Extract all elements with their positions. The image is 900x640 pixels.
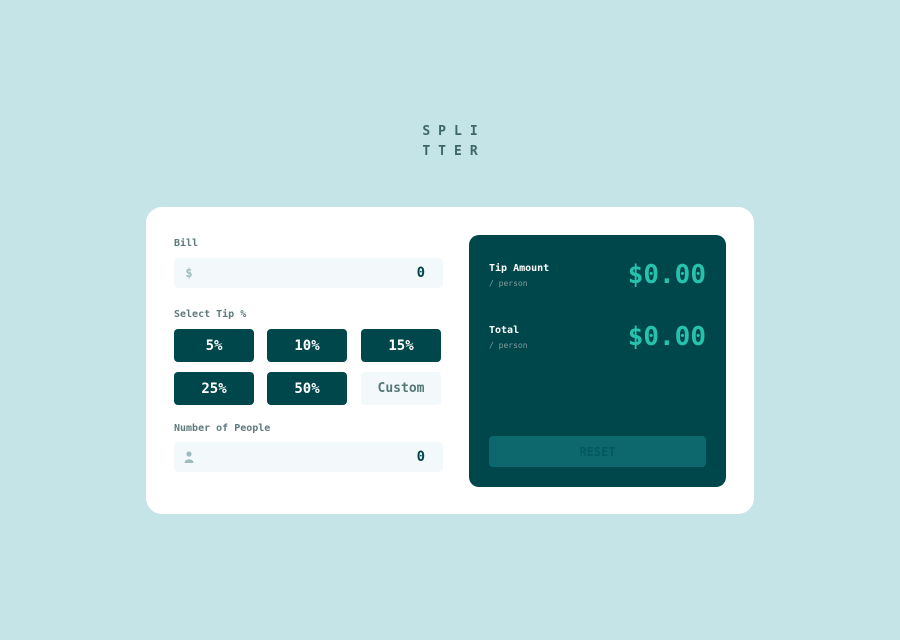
calculator-card: Bill $ Select Tip % 5% 10% 15% 25% 50% C…: [146, 207, 754, 514]
bill-field: $: [174, 258, 443, 288]
total-value: $0.00: [627, 322, 706, 352]
select-tip-label: Select Tip %: [174, 309, 247, 320]
people-field: [174, 442, 443, 472]
custom-tip-input[interactable]: Custom: [361, 372, 441, 405]
tip-amount-per-person: / person: [489, 279, 528, 288]
people-label: Number of People: [174, 423, 271, 434]
tip-button-15[interactable]: 15%: [361, 329, 441, 362]
dollar-icon: $: [185, 266, 193, 280]
logo-line-1: SPLI: [422, 124, 486, 139]
tip-button-50[interactable]: 50%: [267, 372, 347, 405]
logo-line-2: TTER: [422, 144, 486, 159]
bill-label: Bill: [174, 238, 199, 249]
tip-amount-label: Tip Amount: [489, 263, 550, 274]
people-input[interactable]: [204, 442, 435, 472]
bill-input[interactable]: [204, 258, 435, 288]
results-panel: Tip Amount / person $0.00 Total / person…: [469, 235, 726, 487]
person-icon: [184, 450, 194, 464]
tip-button-25[interactable]: 25%: [174, 372, 254, 405]
tip-button-10[interactable]: 10%: [267, 329, 347, 362]
tip-amount-value: $0.00: [627, 260, 706, 290]
total-per-person: / person: [489, 341, 528, 350]
reset-button[interactable]: RESET: [489, 436, 706, 467]
app-logo: SPLI TTER: [0, 122, 900, 162]
total-label: Total: [489, 325, 520, 336]
tip-button-5[interactable]: 5%: [174, 329, 254, 362]
